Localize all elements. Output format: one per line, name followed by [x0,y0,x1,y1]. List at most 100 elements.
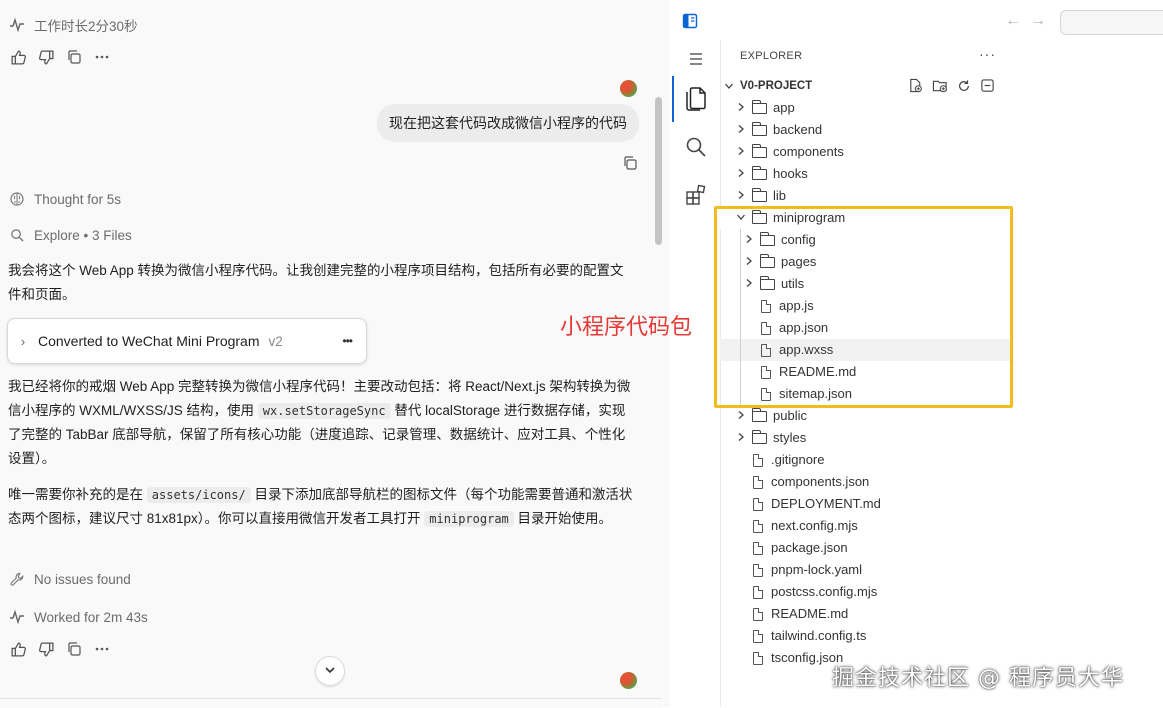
copy-icon[interactable] [65,640,83,658]
explorer-header: EXPLORER [740,50,803,62]
chat-panel: 工作时长2分30秒 现在把这套代码改成微信小程序的代码 Thought for … [0,0,670,708]
chat-scrollbar[interactable] [655,97,662,245]
annotation-label: 小程序代码包 [560,315,693,340]
tree-file-pnpm-lock-yaml[interactable]: pnpm-lock.yaml [720,559,1010,581]
sidebar-toggle-icon[interactable] [682,13,698,32]
folder-icon [751,100,767,115]
forward-arrow-icon[interactable]: → [1030,12,1046,30]
chevron-right-icon [734,120,748,142]
summary-p2-text-a: 唯一需要你补充的是在 [8,487,147,502]
extensions-icon[interactable] [685,184,707,209]
folder-icon [751,408,767,423]
tree-file-tailwind-config-ts[interactable]: tailwind.config.ts [720,625,1010,647]
thumbs-down-icon[interactable] [37,48,55,66]
tree-file-deployment-md[interactable]: DEPLOYMENT.md [720,493,1010,515]
tree-file-next-config-mjs[interactable]: next.config.mjs [720,515,1010,537]
thumbs-up-icon[interactable] [9,48,27,66]
summary-paragraph-1: 我已经将你的戒烟 Web App 完整转换为微信小程序代码！主要改动包括：将 R… [8,375,634,471]
inline-code-setstorage: wx.setStorageSync [257,403,391,419]
chevron-down-icon [722,81,736,91]
file-icon [753,608,763,622]
card-more-button[interactable]: ••• [342,334,353,348]
tree-item-label: .gitignore [771,452,825,467]
watermark: 掘金技术社区 @ 程序员大华 [832,666,1124,691]
card-title: Converted to WeChat Mini Program [38,333,260,349]
activity-icon [8,608,26,626]
tree-item-label: README.md [771,606,849,621]
tree-item-label: tailwind.config.ts [771,628,867,643]
active-view-indicator [672,76,674,122]
folder-icon [751,166,767,181]
thought-text: Thought for 5s [34,191,122,207]
worked-for-text: Worked for 2m 43s [34,609,148,625]
tree-item-label: DEPLOYMENT.md [771,496,881,511]
back-arrow-icon[interactable]: ← [1005,12,1021,30]
brain-icon [8,190,26,208]
chevron-right-icon [734,98,748,120]
refresh-icon[interactable] [957,79,971,96]
file-icon [753,652,763,666]
tree-item-label: backend [773,122,823,137]
files-icon[interactable] [684,85,708,114]
worked-for-row: Worked for 2m 43s [8,608,148,626]
chevron-right-icon [734,164,748,186]
tree-file--gitignore[interactable]: .gitignore [720,449,1010,471]
file-icon [753,498,763,512]
title-bar: ← → [672,0,1163,40]
chevron-right-icon [734,428,748,450]
tree-folder-components[interactable]: components [720,141,1010,163]
folder-icon [751,430,767,445]
explorer-more-button[interactable]: ··· [979,46,996,62]
tree-item-label: package.json [771,540,848,555]
command-search-box[interactable] [1060,10,1163,35]
tree-folder-public[interactable]: public [720,405,1010,427]
new-file-icon[interactable] [908,78,923,96]
work-duration-text: 工作时长2分30秒 [34,19,138,34]
search-icon[interactable] [685,136,707,161]
thought-row[interactable]: Thought for 5s [8,190,121,208]
scroll-down-button[interactable] [315,656,345,686]
new-folder-icon[interactable] [932,78,948,96]
tree-folder-backend[interactable]: backend [720,119,1010,141]
converted-card[interactable]: › Converted to WeChat Mini Program v2 ••… [7,318,367,364]
file-icon [753,476,763,490]
tree-item-label: postcss.config.mjs [771,584,878,599]
tree-item-label: app [773,100,795,115]
collapse-all-icon[interactable] [980,78,995,96]
project-name: V0-PROJECT [740,80,813,92]
tree-item-label: next.config.mjs [771,518,858,533]
work-duration-row: 工作时长2分30秒 [8,15,138,35]
user-avatar [620,80,637,97]
explore-row[interactable]: Explore • 3 Files [8,226,132,244]
chevron-down-icon [324,663,336,679]
project-header[interactable]: V0-PROJECT [722,76,812,96]
summary-p2-text-c: 目录开始使用。 [513,511,613,526]
more-icon[interactable] [93,640,111,658]
tree-item-label: public [773,408,807,423]
message-actions-top [9,48,111,66]
tree-item-label: pnpm-lock.yaml [771,562,863,577]
user-message-bubble: 现在把这套代码改成微信小程序的代码 [377,104,639,142]
tree-file-package-json[interactable]: package.json [720,537,1010,559]
copy-message-icon[interactable] [621,154,639,172]
more-icon[interactable] [93,48,111,66]
tree-folder-app[interactable]: app [720,97,1010,119]
tree-file-components-json[interactable]: components.json [720,471,1010,493]
tree-folder-lib[interactable]: lib [720,185,1010,207]
tree-item-label: components [773,144,844,159]
file-icon [753,542,763,556]
tree-folder-styles[interactable]: styles [720,427,1010,449]
inline-code-miniprogram: miniprogram [424,511,514,527]
explore-text: Explore • 3 Files [34,227,132,243]
thumbs-down-icon[interactable] [37,640,55,658]
no-issues-text: No issues found [34,571,131,587]
thumbs-up-icon[interactable] [9,640,27,658]
user-avatar-bottom [620,672,637,689]
tree-file-postcss-config-mjs[interactable]: postcss.config.mjs [720,581,1010,603]
folder-icon [751,188,767,203]
copy-icon[interactable] [65,48,83,66]
tree-folder-hooks[interactable]: hooks [720,163,1010,185]
tree-file-readme-md[interactable]: README.md [720,603,1010,625]
menu-icon[interactable] [688,52,704,69]
file-icon [753,564,763,578]
